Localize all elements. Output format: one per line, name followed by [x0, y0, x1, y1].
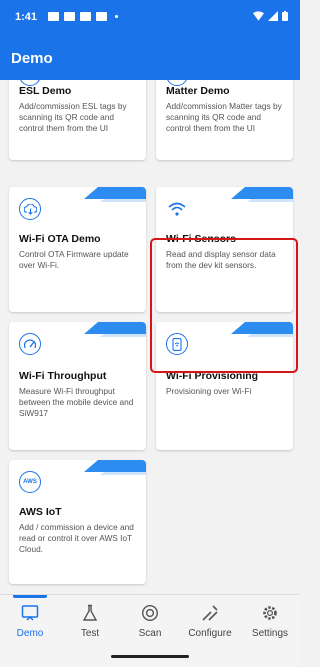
gesture-area	[0, 646, 300, 667]
wifi-icon	[166, 198, 188, 220]
page-title: Demo	[11, 50, 53, 67]
tools-icon	[202, 605, 218, 621]
card-ribbon	[231, 187, 293, 199]
notification-icon	[48, 12, 59, 21]
card-description: Measure Wi-Fi throughput between the mob…	[19, 386, 134, 418]
home-gesture-bar[interactable]	[111, 655, 189, 658]
nav-label: Configure	[188, 628, 232, 639]
card-matter-demo[interactable]: Matter Demo Add/commission Matter tags b…	[156, 80, 293, 160]
wifi-icon	[253, 11, 264, 21]
speedometer-icon	[19, 333, 41, 355]
battery-icon	[282, 11, 288, 21]
active-tab-indicator	[13, 595, 47, 598]
demo-icon	[21, 605, 39, 621]
nav-item-test[interactable]: Test	[60, 595, 120, 647]
nav-label: Demo	[16, 628, 44, 639]
aws-icon: AWS	[19, 471, 41, 493]
nav-label: Test	[80, 628, 100, 639]
card-ribbon-accent	[100, 334, 146, 337]
nav-item-demo[interactable]: Demo	[0, 595, 60, 647]
youtube-icon	[64, 12, 75, 21]
flask-icon	[82, 604, 98, 621]
card-ribbon	[84, 460, 146, 472]
card-description: Provisioning over Wi-Fi	[166, 386, 252, 396]
card-aws-iot[interactable]: AWS AWS IoT Add / commission a device an…	[9, 460, 146, 584]
card-title: AWS IoT	[19, 506, 62, 518]
bottom-nav: Demo Test Scan Configure Settings	[0, 594, 300, 646]
card-wifi-ota-demo[interactable]: Wi-Fi OTA Demo Control OTA Firmware upda…	[9, 187, 146, 312]
scan-icon	[141, 604, 159, 622]
card-description: Add/commission ESL tags by scanning its …	[19, 101, 127, 133]
nav-label: Scan	[138, 628, 162, 639]
card-title: Matter Demo	[166, 85, 230, 97]
card-description: Control OTA Firmware update over Wi-Fi.	[19, 249, 129, 270]
card-title: Wi-Fi OTA Demo	[19, 233, 101, 245]
nav-item-configure[interactable]: Configure	[180, 595, 240, 647]
status-bar: 1:41	[0, 0, 300, 36]
card-ribbon-accent	[247, 199, 293, 202]
nav-item-scan[interactable]: Scan	[120, 595, 180, 647]
cloud-download-icon	[19, 198, 41, 220]
app-bar: Demo	[0, 36, 300, 80]
gear-icon	[263, 606, 277, 620]
card-wifi-throughput[interactable]: Wi-Fi Throughput Measure Wi-Fi throughpu…	[9, 322, 146, 450]
card-ribbon	[84, 322, 146, 334]
card-title: Wi-Fi Throughput	[19, 370, 107, 382]
status-time: 1:41	[15, 11, 38, 23]
nav-label: Settings	[251, 628, 289, 639]
card-title: ESL Demo	[19, 85, 72, 97]
signal-icon	[268, 11, 278, 21]
card-esl-demo[interactable]: ESL Demo Add/commission ESL tags by scan…	[9, 80, 146, 160]
card-description: Add/commission Matter tags by scanning i…	[166, 101, 282, 133]
status-notification-icons	[48, 12, 118, 21]
card-description: Add / commission a device and read or co…	[19, 522, 134, 554]
card-ribbon-accent	[100, 199, 146, 202]
youtube-icon	[80, 12, 91, 21]
status-right-icons	[253, 11, 288, 21]
selection-highlight	[150, 238, 298, 373]
dot-icon	[115, 15, 118, 18]
card-ribbon-accent	[100, 472, 146, 475]
youtube-icon	[96, 12, 107, 21]
card-ribbon	[84, 187, 146, 199]
nav-item-settings[interactable]: Settings	[240, 595, 300, 647]
